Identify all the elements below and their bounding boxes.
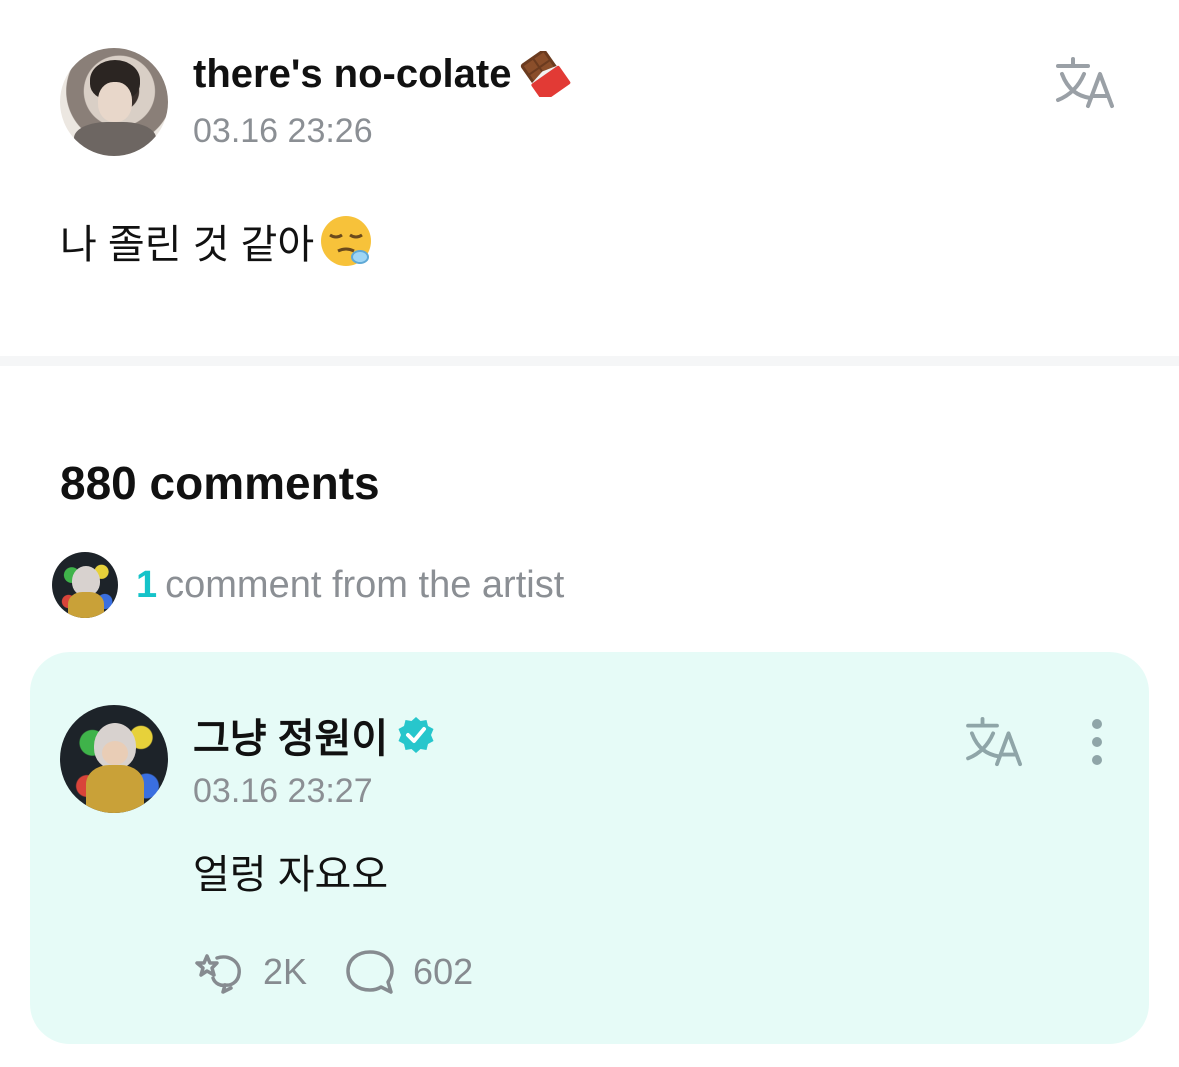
like-count: 2K xyxy=(263,951,308,992)
post-detail-page: there's no-colate 03.16 23:26 나 졸린 것 같아 xyxy=(0,0,1179,1067)
artist-comment-card[interactable]: 그냥 정원이 03.16 23:27 얼렁 자요오 2K 602 xyxy=(30,652,1149,1044)
post-author-avatar[interactable] xyxy=(60,48,168,156)
reply-count: 602 xyxy=(413,951,474,992)
cheer-icon xyxy=(195,954,241,994)
reply-button[interactable]: 602 xyxy=(343,948,473,996)
comment-author-avatar[interactable] xyxy=(60,705,168,813)
verified-badge-icon xyxy=(398,717,434,753)
sleepy-face-icon xyxy=(321,216,372,266)
artist-avatar xyxy=(52,552,118,618)
comment-timestamp: 03.16 23:27 xyxy=(193,772,373,810)
comment-author-name[interactable]: 그냥 정원이 xyxy=(193,706,388,764)
post-body: 나 졸린 것 같아 xyxy=(60,212,374,270)
post-timestamp: 03.16 23:26 xyxy=(193,112,373,150)
translate-icon[interactable] xyxy=(964,716,1028,768)
comment-bubble-icon xyxy=(346,950,394,994)
comment-actions: 2K 602 xyxy=(193,948,509,996)
comment-author-row[interactable]: 그냥 정원이 xyxy=(193,710,436,761)
comments-count: 880 comments xyxy=(60,457,380,509)
post-body-text: 나 졸린 것 같아 xyxy=(60,223,315,267)
artist-comment-text: comment from the artist xyxy=(165,563,565,606)
comment-body: 얼렁 자요오 xyxy=(193,853,389,897)
post-author-name[interactable]: there's no-colate xyxy=(193,52,511,97)
section-divider xyxy=(0,356,1179,366)
more-options-icon[interactable] xyxy=(1080,718,1114,768)
like-button[interactable]: 2K xyxy=(193,948,307,996)
artist-comment-count: 1 xyxy=(136,563,158,606)
artist-comments-label[interactable]: 1 comment from the artist xyxy=(136,564,564,607)
chocolate-bar-icon xyxy=(521,51,571,97)
translate-icon[interactable] xyxy=(1054,56,1120,110)
post-author-name-row[interactable]: there's no-colate xyxy=(193,50,571,98)
artist-comments-filter[interactable]: 1 comment from the artist xyxy=(52,550,564,620)
